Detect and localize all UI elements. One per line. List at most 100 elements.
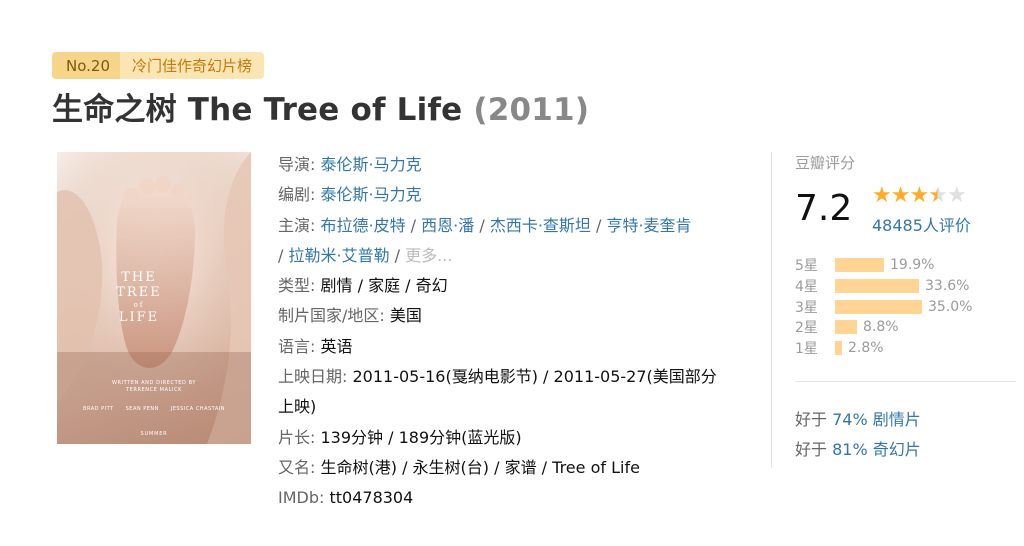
- movie-info: 导演: 泰伦斯·马力克 编剧: 泰伦斯·马力克 主演: 布拉德·皮特 / 西恩·…: [278, 150, 763, 514]
- dist-bar: [835, 279, 919, 293]
- poster-credit-line1: WRITTEN AND DIRECTED BY: [111, 380, 197, 386]
- cast-more-link[interactable]: 更多...: [405, 246, 452, 265]
- cast-link-1[interactable]: 布拉德·皮特: [321, 216, 406, 235]
- genre-label: 类型:: [278, 276, 316, 296]
- dist-bar: [835, 300, 922, 314]
- rating-label: 豆瓣评分: [795, 154, 856, 172]
- ranking-list-name[interactable]: 冷门佳作奇幻片榜: [120, 52, 265, 79]
- movie-poster[interactable]: THE TREE of LIFE WRITTEN AND DIRECTED BY…: [57, 152, 251, 444]
- movie-title: 生命之树 The Tree of Life (2011): [52, 84, 589, 129]
- better-than-row: 好于 74% 剧情片: [795, 406, 921, 430]
- movie-page: No.20 冷门佳作奇幻片榜 生命之树 The Tree of Life (20…: [0, 0, 1024, 546]
- rating-dist-row: 1星 2.8%: [795, 338, 884, 358]
- cast-link-2[interactable]: 西恩·潘: [421, 216, 474, 235]
- cast-link-3[interactable]: 杰西卡·查斯坦: [490, 216, 591, 235]
- poster-cast-3: JESSICA CHASTAIN: [170, 406, 225, 412]
- imdb-row: IMDb: tt0478304: [278, 483, 763, 513]
- poster-title: THE TREE of LIFE: [109, 270, 169, 325]
- half-star-icon: ★: [928, 183, 948, 208]
- better-than-link[interactable]: 74% 剧情片: [832, 410, 921, 429]
- rating-dist-row: 3星 35.0%: [795, 297, 972, 317]
- cast-separator: /: [474, 215, 490, 235]
- better-than-row: 好于 81% 奇幻片: [795, 436, 921, 460]
- writer-link[interactable]: 泰伦斯·马力克: [321, 185, 422, 204]
- dist-bar: [835, 320, 857, 334]
- cast-separator: /: [389, 245, 406, 265]
- dist-percent: 19.9%: [890, 257, 935, 273]
- rating-votes: 48485人评价: [872, 212, 971, 236]
- aka-row: 又名: 生命树(港) / 永生树(台) / 家谱 / Tree of Life: [278, 453, 763, 483]
- poster-cast-2: SEAN PENN: [125, 406, 159, 412]
- release-row: 上映日期: 2011-05-16(戛纳电影节) / 2011-05-27(美国部…: [278, 362, 763, 423]
- rating-dist-row: 5星 19.9%: [795, 255, 934, 275]
- dist-bar: [835, 258, 884, 272]
- writer-label: 编剧:: [278, 185, 316, 205]
- cast-row: 主演: 布拉德·皮特 / 西恩·潘 / 杰西卡·查斯坦 / 亨特·麦奎肯 / 拉…: [278, 211, 763, 272]
- cast-separator: /: [405, 215, 422, 235]
- votes-link[interactable]: 48485人评价: [872, 216, 971, 235]
- director-link[interactable]: 泰伦斯·马力克: [321, 155, 422, 174]
- language-value: 英语: [320, 336, 353, 356]
- imdb-label: IMDb:: [278, 488, 325, 508]
- movie-name: 生命之树 The Tree of Life: [52, 92, 463, 128]
- poster-season: SUMMER: [140, 431, 168, 437]
- dist-star-label: 3星: [795, 300, 818, 316]
- better-than-link[interactable]: 81% 奇幻片: [832, 440, 921, 459]
- country-label: 制片国家/地区:: [278, 306, 385, 326]
- star-icon: ★: [909, 183, 929, 208]
- poster-title-the: THE: [121, 270, 157, 285]
- movie-year: (2011): [473, 92, 590, 128]
- writer-row: 编剧: 泰伦斯·马力克: [278, 180, 763, 210]
- dist-star-label: 2星: [795, 320, 818, 336]
- empty-star-icon: ★: [946, 183, 967, 208]
- better-than-prefix: 好于: [795, 440, 833, 459]
- country-value: 美国: [389, 306, 422, 326]
- runtime-label: 片长:: [278, 427, 316, 447]
- poster-title-of: of: [133, 301, 145, 309]
- rating-dist-row: 2星 8.8%: [795, 317, 899, 337]
- poster-credit-line2: TERRENCE MALICK: [125, 387, 183, 393]
- poster-credit: WRITTEN AND DIRECTED BY TERRENCE MALICK: [57, 380, 251, 394]
- director-row: 导演: 泰伦斯·马力克: [278, 150, 763, 180]
- aka-value: 生命树(港) / 永生树(台) / 家谱 / Tree of Life: [320, 457, 640, 477]
- language-label: 语言:: [278, 336, 316, 356]
- release-label: 上映日期:: [278, 367, 348, 387]
- dist-percent: 33.6%: [925, 278, 970, 294]
- language-row: 语言: 英语: [278, 332, 763, 362]
- dist-star-label: 1星: [795, 341, 818, 357]
- poster-cast-1: BRAD PITT: [83, 406, 114, 412]
- dist-percent: 2.8%: [848, 340, 884, 356]
- cast-link-4[interactable]: 亨特·麦奎肯: [606, 216, 691, 235]
- imdb-value[interactable]: tt0478304: [329, 488, 413, 507]
- release-value: 2011-05-16(戛纳电影节) / 2011-05-27(美国部分: [352, 367, 717, 387]
- rating-score: 7.2: [795, 188, 853, 229]
- runtime-value: 139分钟 / 189分钟(蓝光版): [320, 427, 522, 447]
- director-label: 导演:: [278, 155, 316, 174]
- star-icon: ★: [872, 183, 892, 208]
- cast-label: 主演:: [278, 215, 316, 235]
- aka-label: 又名:: [278, 457, 316, 477]
- poster-cast: BRAD PITT SEAN PENN JESSICA CHASTAIN: [57, 406, 251, 412]
- cast-separator: /: [590, 215, 607, 235]
- dist-bar: [835, 341, 842, 355]
- genre-row: 类型: 剧情 / 家庭 / 奇幻: [278, 271, 763, 301]
- rating-divider: [795, 381, 1016, 382]
- better-than-prefix: 好于: [795, 410, 833, 429]
- dist-star-label: 5星: [795, 258, 818, 274]
- rank-number: No.20: [52, 52, 120, 79]
- rating-panel: 豆瓣评分 7.2 ★★★★★ 48485人评价 5星 19.9% 4星 33.6…: [771, 152, 1016, 468]
- cast-link-5[interactable]: 拉勒米·艾普勒: [288, 246, 389, 265]
- dist-percent: 35.0%: [928, 299, 973, 315]
- rating-stars: ★★★★★: [872, 183, 967, 208]
- ranking-badge[interactable]: No.20 冷门佳作奇幻片榜: [52, 52, 265, 79]
- country-row: 制片国家/地区: 美国: [278, 301, 763, 331]
- dist-star-label: 4星: [795, 279, 818, 295]
- dist-percent: 8.8%: [863, 319, 899, 335]
- rating-dist-row: 4星 33.6%: [795, 276, 969, 296]
- release-value-cont: 上映): [278, 397, 317, 417]
- poster-title-tree: TREE: [116, 285, 162, 300]
- runtime-row: 片长: 139分钟 / 189分钟(蓝光版): [278, 423, 763, 453]
- cast-separator: /: [278, 245, 289, 265]
- genre-value: 剧情 / 家庭 / 奇幻: [320, 276, 448, 296]
- poster-title-life: LIFE: [118, 310, 160, 325]
